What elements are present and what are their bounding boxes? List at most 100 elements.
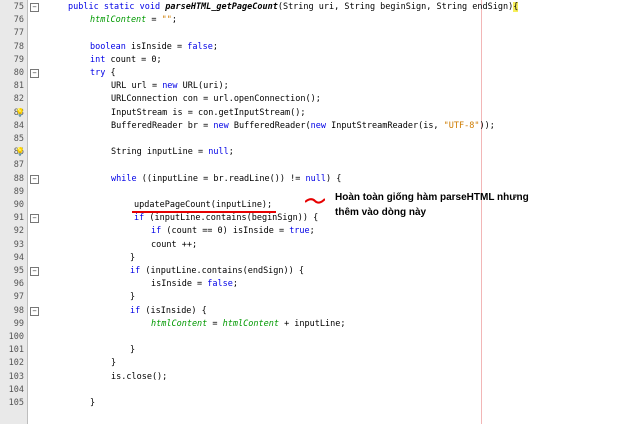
keyword: false — [187, 41, 213, 52]
annotation-line-1: Hoàn toàn giống hàm parseHTML nhưng — [335, 192, 529, 203]
code-text: if (isInside) { — [130, 304, 207, 318]
line-number: 84 — [13, 120, 24, 131]
fold-minus-icon[interactable]: − — [30, 3, 39, 12]
warning-bulb-icon[interactable]: 💡 — [15, 108, 25, 117]
code-text: int count = 0; — [90, 53, 162, 67]
code-line-81[interactable]: 81 URL url = new URL(uri); — [0, 79, 624, 93]
keyword: new — [213, 120, 229, 131]
code-line-100[interactable]: 100 — [0, 330, 624, 344]
code-text: String inputLine = null; — [111, 145, 234, 159]
code-text: } — [111, 358, 117, 369]
code-line-102[interactable]: 102 } — [0, 356, 624, 370]
code-line-78[interactable]: 78 boolean isInside = false; — [0, 40, 624, 54]
code-line-94[interactable]: 94 } — [0, 251, 624, 265]
code-line-103[interactable]: 103 is.close(); — [0, 370, 624, 384]
code-text: } — [130, 292, 136, 303]
annotation-line-2: thêm vào dòng này — [335, 207, 427, 218]
code-line-84[interactable]: 84 BufferedReader br = new BufferedReade… — [0, 119, 624, 133]
code-line-87[interactable]: 87 — [0, 158, 624, 172]
fold-minus-icon[interactable]: − — [30, 267, 39, 276]
line-number: 94 — [13, 252, 24, 263]
code-line-101[interactable]: 101 } — [0, 343, 624, 357]
line-number: 90 — [13, 200, 24, 210]
code-line-96[interactable]: 96 isInside = false; — [0, 277, 624, 291]
string-literal: "UTF-8" — [443, 120, 480, 131]
keyword: new — [162, 81, 178, 92]
warning-bulb-icon[interactable]: 💡 — [15, 147, 25, 156]
fold-minus-icon[interactable]: − — [30, 174, 39, 184]
keyword: if — [130, 266, 141, 276]
line-number: 81 — [13, 81, 24, 92]
method-name: parseHTML_getPageCount — [165, 2, 278, 12]
code-text: isInside = false; — [151, 277, 238, 291]
fold-minus-icon[interactable]: − — [30, 69, 39, 78]
code-text: } — [90, 398, 96, 408]
code-line-75[interactable]: 75 − public static void parseHTML_getPag… — [0, 0, 624, 14]
keyword: public static void — [68, 2, 166, 12]
fold-minus-icon[interactable]: − — [30, 306, 39, 316]
keyword: null — [305, 173, 326, 184]
token: InputStreamReader(is, — [325, 120, 444, 131]
code-text: updatePageCount(inputLine); — [134, 200, 273, 210]
token: ; — [212, 41, 218, 52]
code-line-77[interactable]: 77 — [0, 26, 624, 40]
line-number: 105 — [8, 398, 24, 408]
token: (isInside) { — [140, 305, 207, 316]
token: ; — [228, 147, 234, 158]
code-line-82[interactable]: 82 URLConnection con = url.openConnectio… — [0, 92, 624, 106]
code-line-76[interactable]: 76 htmlContent = ""; — [0, 13, 624, 27]
code-text: } — [130, 345, 136, 356]
keyword: if — [151, 226, 162, 237]
code-line-79[interactable]: 79 int count = 0; — [0, 53, 624, 67]
fold-minus-icon[interactable]: − — [30, 214, 39, 224]
token: + inputLine; — [278, 318, 346, 329]
line-number: 96 — [13, 279, 24, 290]
code-line-95[interactable]: 95 − if (inputLine.contains(endSign)) { — [0, 264, 624, 278]
token: (count == 0) isInside = — [161, 226, 290, 237]
token: ) { — [325, 173, 342, 184]
line-number: 79 — [13, 54, 24, 65]
code-line-97[interactable]: 97 } — [0, 290, 624, 304]
code-line-91[interactable]: 91 − if (inputLine.contains(beginSign)) … — [0, 211, 624, 225]
line-number: 93 — [13, 239, 24, 250]
token: (inputLine.contains(beginSign)) { — [144, 213, 319, 224]
line-number: 103 — [8, 371, 24, 382]
token: isInside = — [151, 279, 208, 290]
line-number: 80 — [13, 68, 24, 78]
code-line-104[interactable]: 104 — [0, 383, 624, 397]
code-line-105[interactable]: 105 } — [0, 396, 624, 410]
keyword: new — [310, 120, 326, 131]
token: String inputLine = — [111, 147, 209, 158]
line-number: 85 — [13, 134, 24, 144]
token: = — [207, 318, 223, 329]
code-text: URLConnection con = url.openConnection()… — [111, 94, 321, 105]
line-number: 100 — [8, 332, 24, 342]
code-line-83[interactable]: 83 💡 InputStream is = con.getInputStream… — [0, 106, 624, 120]
matched-brace: { — [513, 2, 519, 12]
keyword: if — [134, 213, 145, 224]
code-line-86[interactable]: 86 💡 String inputLine = null; — [0, 145, 624, 159]
code-line-98[interactable]: 98 − if (isInside) { — [0, 304, 624, 318]
code-text: if (inputLine.contains(endSign)) { — [130, 264, 304, 278]
code-line-92[interactable]: 92 if (count == 0) isInside = true; — [0, 224, 624, 238]
token: ; — [309, 226, 315, 237]
annotation-note: Hoàn toàn giống hàm parseHTML nhưng thêm… — [335, 190, 529, 220]
code-text: } — [130, 252, 136, 263]
token: URL url = — [111, 81, 163, 92]
code-line-88[interactable]: 88 − while ((inputLine = br.readLine()) … — [0, 172, 624, 186]
code-line-85[interactable]: 85 — [0, 132, 624, 146]
code-line-80[interactable]: 80 − try { — [0, 66, 624, 80]
annotation-underline — [132, 211, 276, 213]
token: ; — [171, 15, 178, 26]
code-line-99[interactable]: 99 htmlContent = htmlContent + inputLine… — [0, 317, 624, 331]
code-text: try { — [90, 66, 116, 80]
code-line-93[interactable]: 93 count ++; — [0, 238, 624, 252]
token: BufferedReader br = — [111, 120, 214, 131]
keyword: if — [130, 305, 141, 316]
code-text: if (inputLine.contains(beginSign)) { — [134, 211, 318, 225]
line-number: 89 — [13, 186, 24, 197]
code-text: URL url = new URL(uri); — [111, 79, 229, 93]
line-number: 99 — [13, 318, 24, 329]
code-text: boolean isInside = false; — [90, 40, 218, 54]
code-text: is.close(); — [111, 371, 168, 382]
